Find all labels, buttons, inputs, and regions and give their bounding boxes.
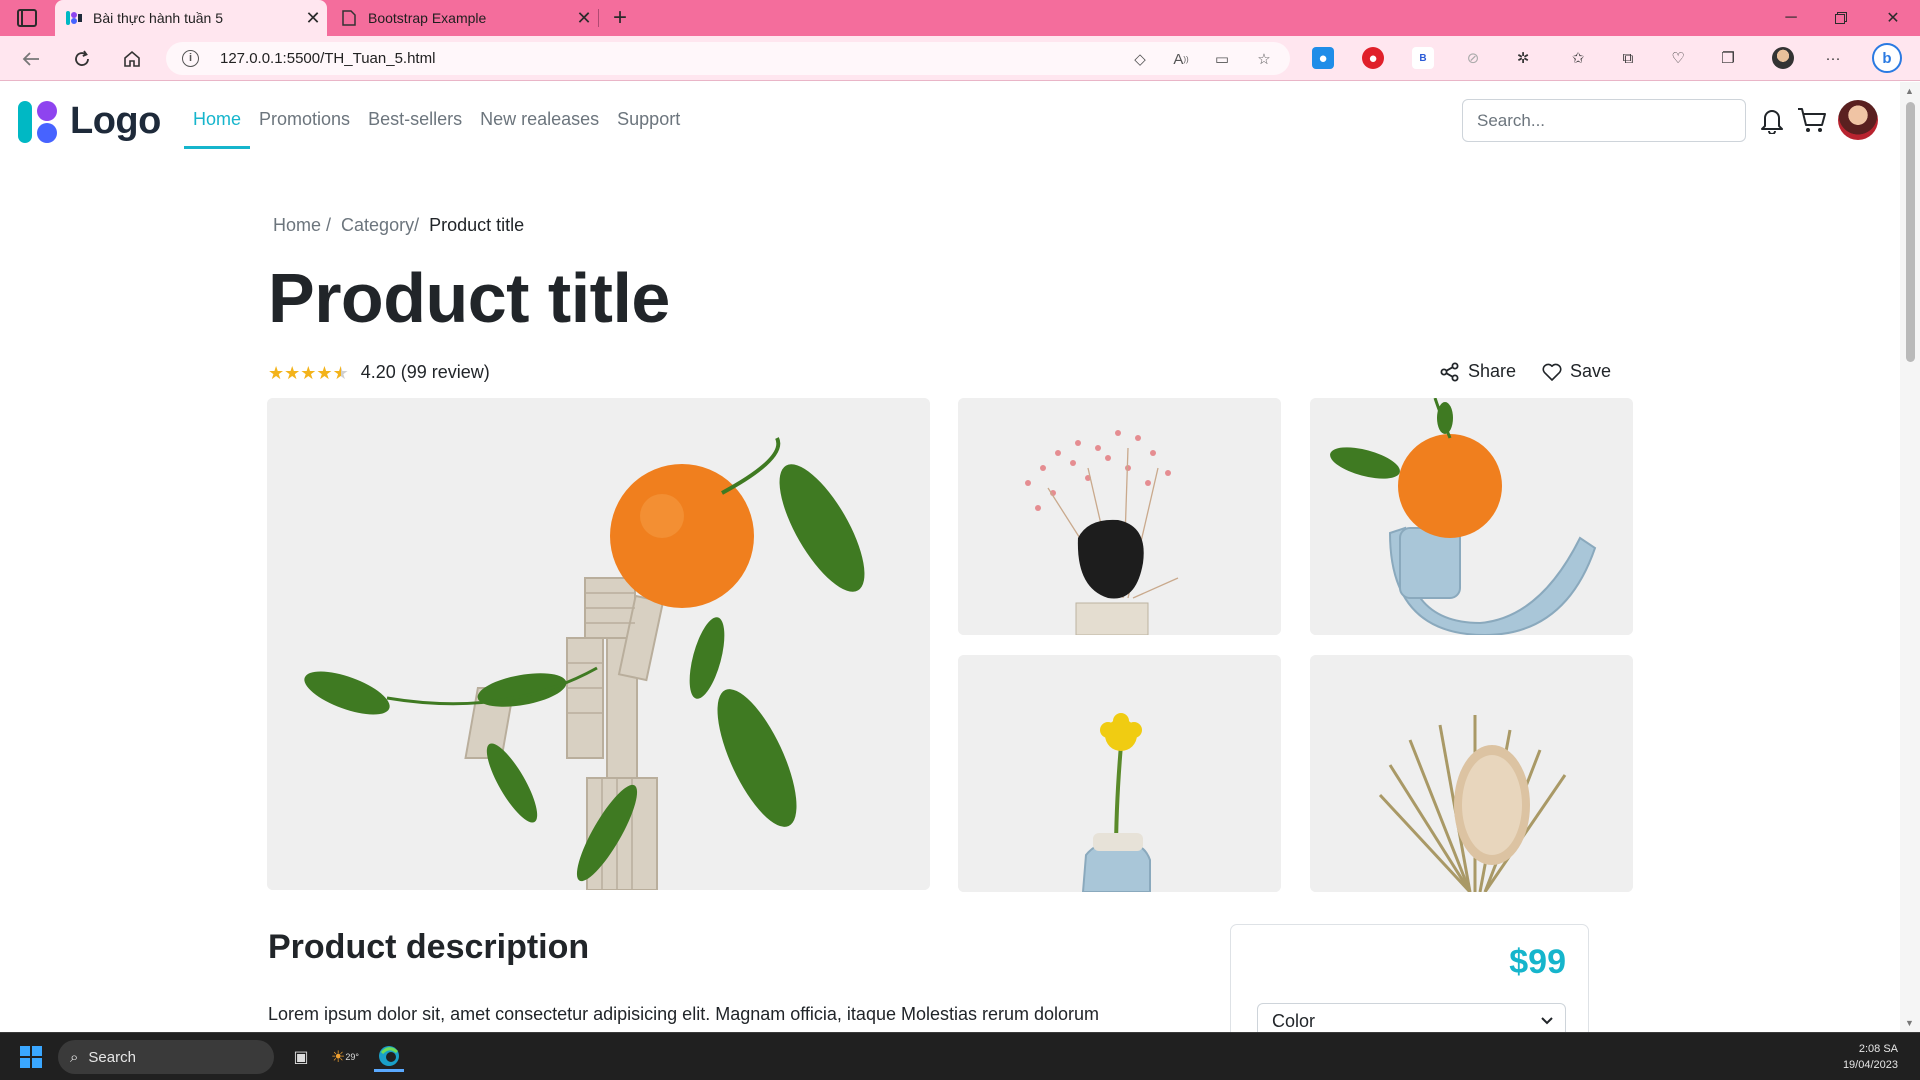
breadcrumb-home[interactable]: Home / (273, 215, 331, 236)
scroll-down-icon[interactable]: ▼ (1905, 1018, 1914, 1028)
product-rating: ★ ★ ★ ★ ★ 4.20 (99 review) (268, 362, 490, 383)
new-tab-button[interactable]: + (608, 3, 632, 33)
add-favorite-icon[interactable]: ☆ (1253, 48, 1275, 70)
tag-icon[interactable]: ◇ (1129, 48, 1151, 70)
share-button[interactable]: Share (1440, 361, 1516, 382)
browser-tab-bar: Bài thực hành tuần 5 ✕ Bootstrap Example… (0, 0, 1920, 36)
product-thumbnail-2[interactable] (1310, 398, 1633, 635)
taskbar-clock[interactable]: 2:08 SA 19/04/2023 (1843, 1041, 1898, 1073)
close-window-button[interactable]: ✕ (1870, 0, 1916, 36)
favorites-icon[interactable]: ✩ (1567, 47, 1589, 69)
product-thumbnail-3[interactable] (958, 655, 1281, 892)
clock-date: 19/04/2023 (1842, 1059, 1898, 1071)
weather-icon[interactable]: ☀ 29° (330, 1042, 360, 1072)
breadcrumb: Home / Category/ Product title (273, 215, 534, 236)
weather-temp: 29° (345, 1052, 359, 1062)
scroll-up-icon[interactable]: ▲ (1905, 86, 1914, 96)
document-icon (340, 10, 358, 26)
site-navbar: Logo Home Promotions Best-sellers New re… (0, 82, 1900, 156)
scrollbar-thumb[interactable] (1906, 102, 1915, 362)
search-input[interactable] (1462, 99, 1746, 142)
star-icon: ★ (284, 362, 301, 383)
rating-stars: ★ ★ ★ ★ ★ (268, 364, 349, 382)
nav-promotions[interactable]: Promotions (250, 82, 359, 146)
edge-browser-icon[interactable] (374, 1042, 404, 1072)
browser-essentials-icon[interactable]: ♡ (1667, 47, 1689, 69)
nav-home[interactable]: Home (184, 82, 251, 149)
extension-b-icon[interactable]: B (1412, 47, 1434, 69)
windows-start-icon[interactable] (20, 1046, 42, 1068)
reader-view-icon[interactable]: ▭ (1211, 48, 1233, 70)
task-view-icon[interactable]: ▣ (286, 1042, 316, 1072)
url-text: 127.0.0.1:5500/TH_Tuan_5.html (220, 50, 436, 67)
breadcrumb-current: Product title (429, 215, 525, 235)
logo-text: Logo (70, 100, 161, 142)
color-select-value: Color (1272, 1011, 1316, 1031)
description-text: Lorem ipsum dolor sit, amet consectetur … (268, 1004, 1100, 1024)
page-favicon-icon (65, 10, 83, 26)
logo-mark-icon (18, 100, 60, 143)
star-icon: ★ (300, 362, 317, 383)
tab-bootstrap-example[interactable]: Bootstrap Example ✕ (330, 0, 598, 36)
save-button[interactable]: Save (1542, 361, 1611, 382)
page-title: Product title (268, 259, 670, 337)
close-tab-icon[interactable]: ✕ (570, 8, 598, 29)
close-tab-icon[interactable]: ✕ (299, 8, 327, 29)
save-label: Save (1570, 361, 1612, 381)
read-aloud-icon[interactable]: A)) (1170, 48, 1192, 70)
os-taskbar: ⌕ Search ▣ ☀ 29° 2:08 SA 19/04/2023 (0, 1032, 1920, 1080)
nav-best-sellers[interactable]: Best-sellers (359, 82, 471, 146)
star-half-icon: ★ (332, 362, 349, 383)
extension-compass-icon[interactable]: ⊘ (1462, 47, 1484, 69)
nav-support[interactable]: Support (608, 82, 689, 146)
cart-icon[interactable] (1796, 104, 1828, 136)
extension-drop-icon[interactable]: ● (1312, 47, 1334, 69)
collections-icon[interactable]: ⧉ (1617, 47, 1639, 69)
site-info-icon[interactable]: i (182, 50, 199, 67)
product-price: $99 (1509, 943, 1566, 981)
more-options-icon[interactable]: ··· (1822, 47, 1844, 69)
description-title: Product description (268, 928, 590, 966)
star-icon: ★ (316, 362, 333, 383)
main-nav: Home Promotions Best-sellers New realeas… (184, 82, 689, 149)
nav-new-releases[interactable]: New realeases (471, 82, 608, 146)
extension-record-icon[interactable]: ● (1362, 47, 1384, 69)
star-icon: ★ (268, 362, 285, 383)
tab-title: Bài thực hành tuần 5 (93, 10, 224, 26)
maximize-button[interactable] (1818, 0, 1864, 36)
share-label: Share (1468, 361, 1517, 381)
clock-time: 2:08 SA (1858, 1043, 1898, 1055)
bing-copilot-icon[interactable]: b (1872, 43, 1902, 73)
breadcrumb-category[interactable]: Category/ (341, 215, 419, 236)
workspaces-icon[interactable]: ❐ (1717, 47, 1739, 69)
rating-text: 4.20 (99 review) (360, 362, 490, 382)
browser-toolbar: i 127.0.0.1:5500/TH_Tuan_5.html ◇ A)) ▭ … (0, 36, 1920, 81)
tab-actions-icon[interactable] (17, 9, 37, 27)
product-thumbnail-4[interactable] (1310, 655, 1633, 892)
tab-divider (598, 9, 599, 27)
taskbar-search-label: Search (88, 1048, 136, 1066)
home-button[interactable] (117, 44, 147, 74)
product-main-image[interactable] (267, 398, 930, 890)
search-icon: ⌕ (70, 1048, 79, 1066)
tab-title: Bootstrap Example (368, 10, 487, 26)
product-thumbnail-1[interactable] (958, 398, 1281, 635)
extensions-icon[interactable]: ✲ (1512, 47, 1534, 69)
heart-icon (1542, 363, 1562, 381)
profile-avatar-icon[interactable] (1772, 47, 1794, 69)
minimize-button[interactable]: ─ (1768, 0, 1814, 36)
address-bar[interactable]: i 127.0.0.1:5500/TH_Tuan_5.html ◇ A)) ▭ … (166, 42, 1290, 75)
tab-bai-thuc-hanh[interactable]: Bài thực hành tuần 5 ✕ (55, 0, 327, 36)
share-icon (1440, 362, 1459, 381)
user-avatar[interactable] (1838, 100, 1878, 140)
site-logo[interactable]: Logo (18, 100, 161, 143)
refresh-button[interactable] (67, 44, 97, 74)
page-scrollbar[interactable]: ▲ ▼ (1900, 82, 1920, 1032)
back-button[interactable] (16, 44, 46, 74)
taskbar-search[interactable]: ⌕ Search (58, 1040, 274, 1074)
bell-icon[interactable] (1756, 104, 1788, 136)
